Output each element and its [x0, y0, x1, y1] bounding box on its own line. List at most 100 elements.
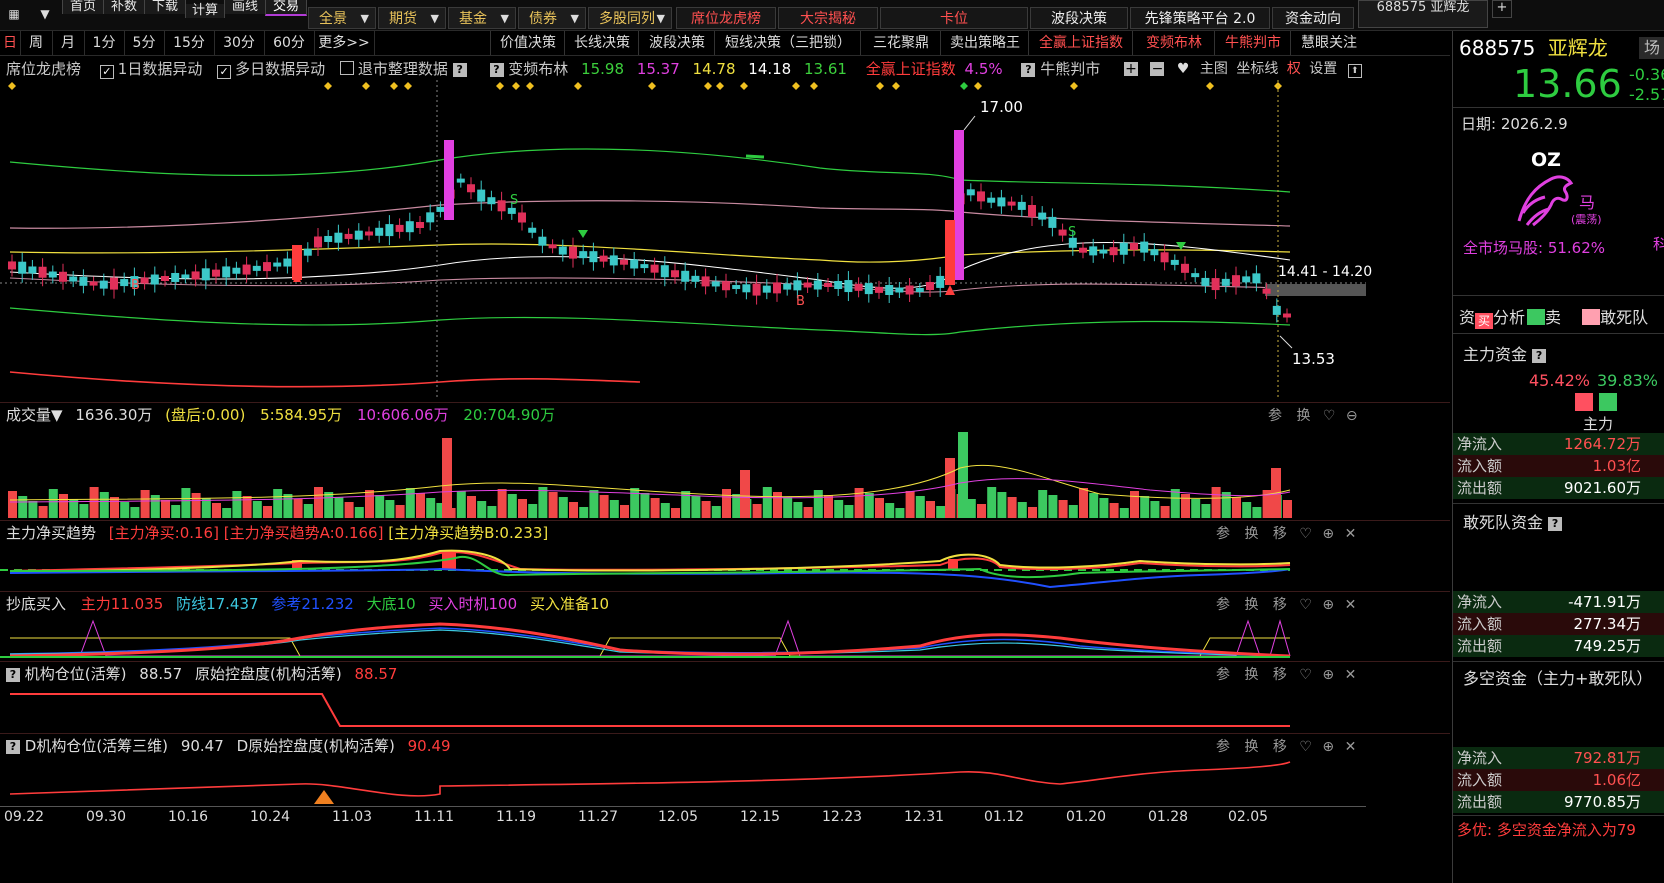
feature-band-decision[interactable]: 波段决策 [1030, 7, 1128, 29]
param-button[interactable]: 参 [1216, 667, 1230, 683]
dropdown-futures[interactable]: 期货 ▼ [378, 7, 446, 29]
param-button[interactable]: 参 [1216, 739, 1230, 755]
feature-fund-flow[interactable]: 资金动向 [1272, 7, 1354, 29]
heart-icon[interactable]: ♥ [1177, 61, 1190, 77]
period-5min[interactable]: 5分 [124, 31, 165, 55]
candlestick-chart[interactable] [0, 80, 1366, 400]
move-button[interactable]: 移 [1273, 597, 1287, 613]
event-diamond-icon[interactable] [740, 82, 748, 90]
event-diamond-icon[interactable] [960, 82, 968, 90]
event-diamond-icon[interactable] [792, 82, 800, 90]
decision-three-flowers[interactable]: 三花聚鼎 [860, 31, 941, 55]
switch-button[interactable]: 换 [1296, 408, 1310, 424]
switch-button[interactable]: 换 [1244, 526, 1258, 542]
decision-value[interactable]: 价值决策 [490, 31, 565, 55]
period-30min[interactable]: 30分 [214, 31, 265, 55]
event-diamond-icon[interactable] [892, 82, 900, 90]
flow-chart[interactable] [0, 545, 1366, 590]
help-icon[interactable]: ? [6, 740, 20, 754]
nav-trade[interactable]: 交易 [265, 0, 307, 16]
feature-block-trade[interactable]: 大宗揭秘 [778, 7, 878, 29]
period-60min[interactable]: 60分 [264, 31, 315, 55]
event-diamond-icon[interactable] [8, 82, 16, 90]
feature-position[interactable]: 卡位 [880, 7, 1028, 29]
heart-icon[interactable]: ♡ [1299, 667, 1312, 683]
coord-line-button[interactable]: 坐标线 [1236, 61, 1278, 77]
switch-button[interactable]: 换 [1244, 739, 1258, 755]
param-button[interactable]: 参 [1216, 597, 1230, 613]
help-icon[interactable]: ? [1532, 349, 1547, 363]
event-diamond-icon[interactable] [512, 82, 520, 90]
decision-band[interactable]: 波段决策 [638, 31, 715, 55]
zoom-in-icon[interactable]: ⊕ [1322, 739, 1334, 755]
expand-icon[interactable]: ⬆ [1347, 64, 1362, 78]
nav-download[interactable]: 下载 [144, 0, 186, 14]
period-month[interactable]: 月 [52, 31, 85, 55]
close-icon[interactable]: ✕ [1345, 526, 1357, 542]
inst-chart[interactable] [0, 686, 1366, 732]
event-diamond-icon[interactable] [324, 82, 332, 90]
zoom-in-icon[interactable]: ⊕ [1322, 667, 1334, 683]
decision-index[interactable]: 全赢上证指数 [1028, 31, 1133, 55]
help-icon[interactable]: ? [1548, 517, 1563, 531]
check-delist[interactable]: 退市整理数据 ? [339, 60, 467, 78]
decision-sell-king[interactable]: 卖出策略王 [940, 31, 1029, 55]
nav-draw[interactable]: 画线 [224, 0, 266, 14]
add-tab-button[interactable]: + [1492, 0, 1512, 18]
active-tab[interactable]: 688575 亚辉龙 [1358, 0, 1488, 28]
dropdown-funds[interactable]: 基金 ▼ [448, 7, 516, 29]
volume-chart[interactable] [0, 428, 1366, 520]
dropdown-multi-stock[interactable]: 多股同列 ▼ [588, 7, 672, 29]
nav-calc[interactable]: 计算 [185, 4, 225, 18]
event-diamond-icon[interactable] [716, 82, 724, 90]
zoom-in-icon[interactable]: ⊕ [1322, 526, 1334, 542]
main-chart-button[interactable]: 主图 [1200, 61, 1228, 77]
feature-seat-rank[interactable]: 席位龙虎榜 [676, 7, 776, 29]
help-icon[interactable]: ? [1021, 63, 1036, 77]
period-1min[interactable]: 1分 [84, 31, 125, 55]
event-diamond-icon[interactable] [404, 82, 412, 90]
dropdown-panorama[interactable]: 全景 ▼ [308, 7, 376, 29]
event-diamond-icon[interactable] [810, 82, 818, 90]
event-diamond-icon[interactable] [496, 82, 504, 90]
decision-bull-bear[interactable]: 牛熊判市 [1214, 31, 1291, 55]
heart-icon[interactable]: ♡ [1299, 597, 1312, 613]
event-diamond-icon[interactable] [362, 82, 370, 90]
period-15min[interactable]: 15分 [164, 31, 215, 55]
check-1day[interactable]: ✓ 1日数据异动 [99, 60, 202, 79]
help-icon[interactable]: ? [489, 63, 504, 77]
event-diamond-icon[interactable] [526, 82, 534, 90]
menu-toggle-icon[interactable]: ▦ [0, 0, 28, 28]
param-button[interactable]: 参 [1268, 408, 1282, 424]
decision-boll[interactable]: 变频布林 [1132, 31, 1215, 55]
dropdown-bonds[interactable]: 债券 ▼ [518, 7, 586, 29]
event-diamond-icon[interactable] [876, 82, 884, 90]
close-icon[interactable]: ✕ [1345, 739, 1357, 755]
decision-focus[interactable]: 慧眼关注 [1290, 31, 1367, 55]
decision-short[interactable]: 短线决策（三把锁） [714, 31, 861, 55]
event-diamond-icon[interactable] [1070, 82, 1078, 90]
event-diamond-icon[interactable] [390, 82, 398, 90]
event-diamond-icon[interactable] [574, 82, 582, 90]
period-week[interactable]: 周 [20, 31, 53, 55]
rights-button[interactable]: 权 [1287, 61, 1301, 77]
period-day[interactable]: 日 [0, 31, 21, 55]
zoom-in-icon[interactable]: ⊕ [1322, 597, 1334, 613]
dropdown-arrow-icon[interactable]: ▼ [32, 0, 58, 28]
heart-icon[interactable]: ♡ [1323, 408, 1336, 424]
move-button[interactable]: 移 [1273, 667, 1287, 683]
nav-supplement[interactable]: 补数 [103, 0, 145, 14]
check-multiday[interactable]: ✓ 多日数据异动 [217, 60, 325, 79]
help-icon[interactable]: ? [452, 63, 467, 77]
zoom-out-icon[interactable]: ⊖ [1346, 408, 1358, 424]
plus-icon[interactable]: + [1124, 62, 1138, 76]
heart-icon[interactable]: ♡ [1299, 526, 1312, 542]
feature-pioneer-platform[interactable]: 先锋策略平台 2.0 [1130, 7, 1270, 29]
event-diamond-icon[interactable] [974, 82, 982, 90]
settings-button[interactable]: 设置 [1309, 61, 1337, 77]
move-button[interactable]: 移 [1273, 739, 1287, 755]
period-more[interactable]: 更多>> [314, 31, 375, 55]
volume-title[interactable]: 成交量▼ [6, 406, 63, 424]
bottom-buy-chart[interactable] [0, 616, 1366, 660]
move-button[interactable]: 移 [1273, 526, 1287, 542]
